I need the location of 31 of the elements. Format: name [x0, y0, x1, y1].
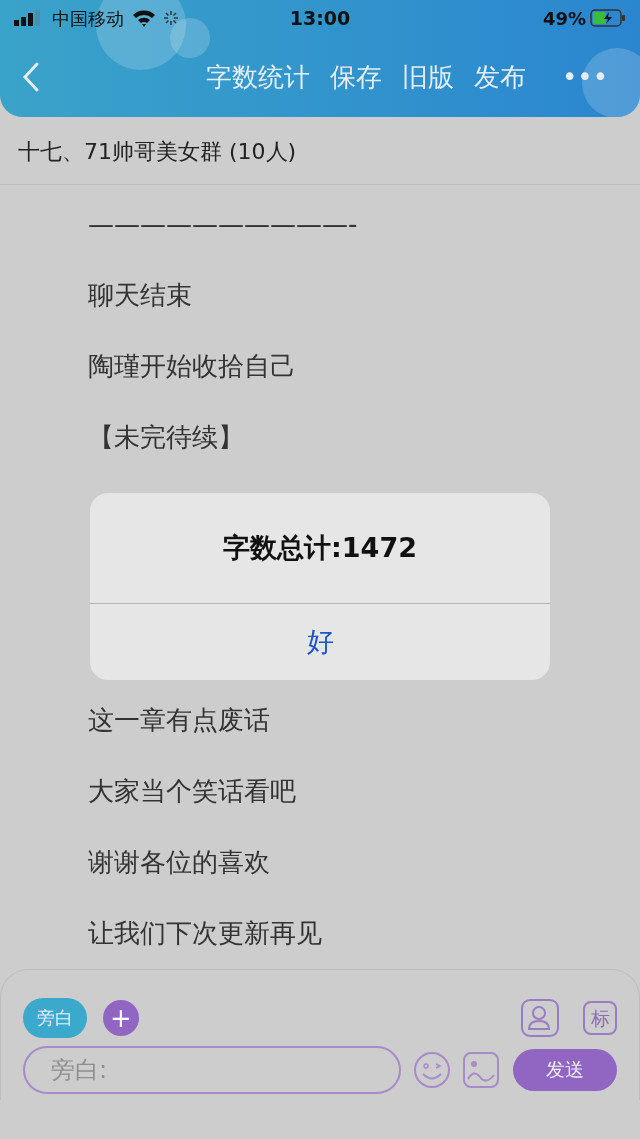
toolbar-action[interactable]: 字数统计 — [196, 57, 320, 97]
role-tag[interactable]: 旁白 — [23, 997, 87, 1038]
toolbar-action[interactable]: 旧版 — [392, 57, 464, 97]
send-button[interactable]: 发送 — [513, 1048, 617, 1091]
content-line: 【未完待续】 — [88, 422, 244, 453]
mark-button[interactable]: 标 — [583, 1000, 617, 1035]
content-line: ——————————- — [88, 209, 358, 240]
clock-time: 13:00 — [289, 5, 351, 31]
battery-percent: 49% — [542, 6, 586, 31]
emoji-icon[interactable] — [413, 1050, 451, 1089]
toolbar-action[interactable]: 保存 — [320, 57, 392, 97]
content-line: 这一章有点废话 — [88, 704, 270, 735]
content-line: 让我们下次更新再见 — [88, 917, 322, 948]
content-line: 大家当个笑话看吧 — [88, 775, 296, 806]
loading-icon — [164, 11, 178, 25]
carrier-name: 中国移动 — [52, 6, 124, 31]
more-button[interactable]: ••• — [552, 57, 618, 97]
alert-message: 字数总计:1472 — [223, 530, 417, 565]
back-icon[interactable] — [22, 62, 40, 92]
wifi-icon — [132, 9, 156, 27]
ok-button[interactable]: 好 — [90, 604, 550, 680]
chapter-title: 十七、71帅哥美女群 (10人) — [0, 117, 640, 186]
image-icon[interactable] — [463, 1051, 499, 1088]
toolbar-action[interactable]: 发布 — [464, 57, 536, 97]
person-icon[interactable] — [521, 998, 559, 1037]
add-button[interactable]: + — [103, 999, 139, 1036]
content-line: 聊天结束 — [88, 280, 192, 311]
battery-icon — [590, 9, 626, 27]
content-line: 谢谢各位的喜欢 — [88, 846, 270, 877]
content-line: 陶瑾开始收拾自己 — [88, 351, 296, 382]
input-field[interactable]: 旁白: — [23, 1045, 401, 1094]
